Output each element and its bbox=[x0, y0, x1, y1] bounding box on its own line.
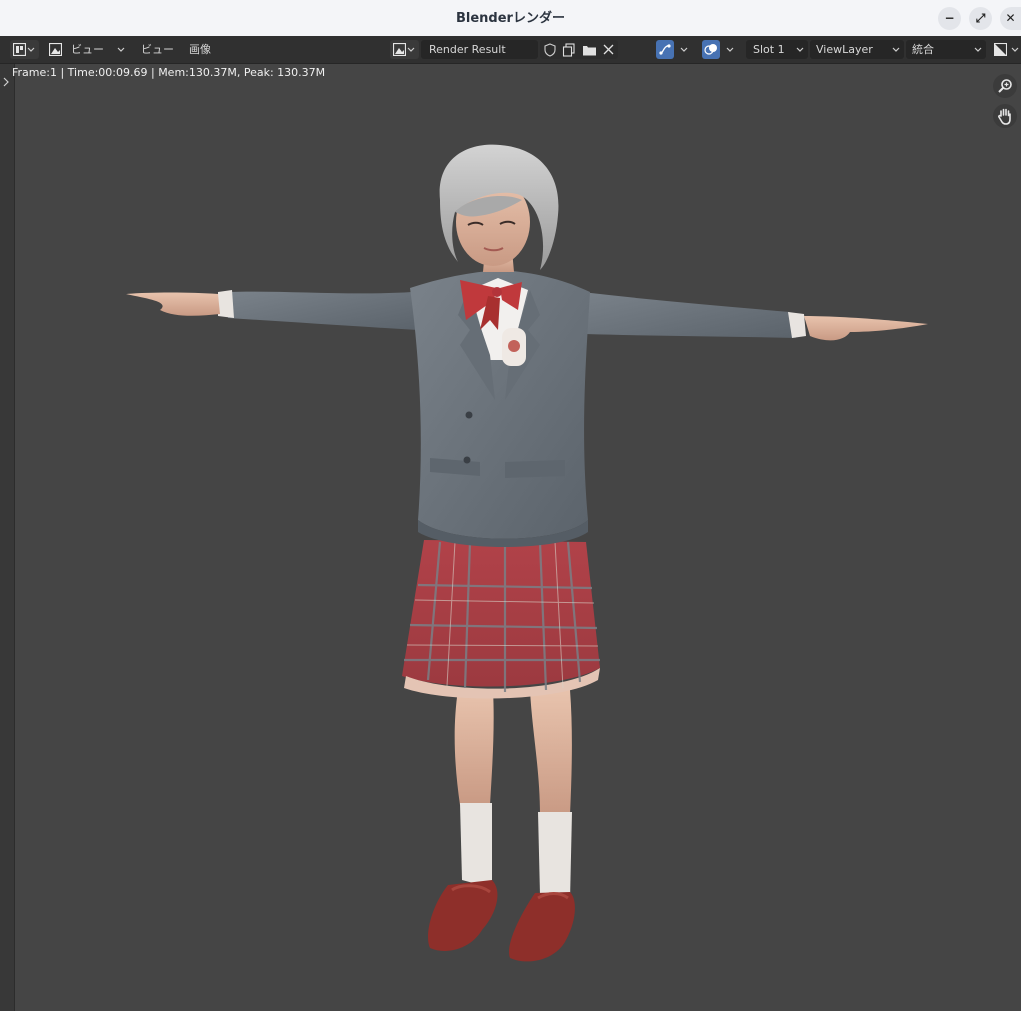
pan-button[interactable] bbox=[993, 104, 1017, 128]
zoom-icon bbox=[998, 79, 1012, 93]
hand-pan-icon bbox=[998, 108, 1011, 125]
render-result-image bbox=[126, 144, 928, 962]
zoom-button[interactable] bbox=[993, 74, 1017, 98]
render-stats: Frame:1 | Time:00:09.69 | Mem:130.37M, P… bbox=[12, 66, 326, 79]
character-model bbox=[126, 144, 928, 962]
